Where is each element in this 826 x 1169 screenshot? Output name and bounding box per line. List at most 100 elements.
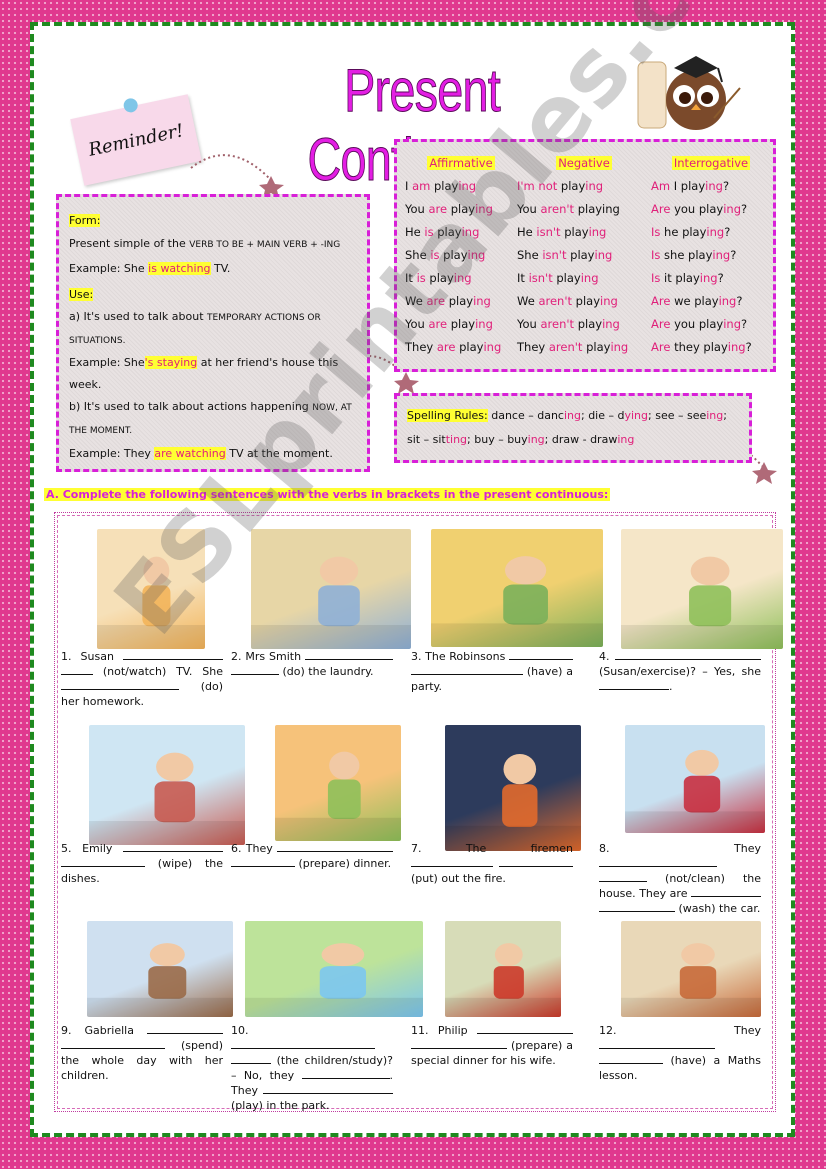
conjugation-highlight: Is bbox=[651, 271, 661, 285]
answer-blank[interactable] bbox=[599, 856, 717, 867]
conjugation-highlight: is bbox=[430, 248, 440, 262]
exercise-text: Mrs Smith bbox=[245, 650, 302, 663]
answer-blank[interactable] bbox=[277, 841, 393, 852]
conjugation-highlight: aren't bbox=[540, 202, 575, 216]
answer-blank[interactable] bbox=[231, 1053, 271, 1064]
conjugation-highlight: aren't bbox=[548, 340, 583, 354]
conjugation-text: play bbox=[572, 294, 601, 308]
answer-blank[interactable] bbox=[231, 856, 295, 867]
answer-blank[interactable] bbox=[615, 649, 761, 660]
answer-blank[interactable] bbox=[499, 856, 573, 867]
answer-blank[interactable] bbox=[599, 901, 675, 912]
exercise-number: 4. bbox=[599, 650, 610, 663]
answer-blank[interactable] bbox=[599, 1053, 663, 1064]
conjugation-highlight: are bbox=[428, 317, 448, 331]
answer-blank[interactable] bbox=[123, 649, 223, 660]
use-label: Use: bbox=[69, 288, 94, 301]
header-negative: Negative bbox=[556, 156, 612, 170]
exercise-text: (prepare) bbox=[510, 1039, 563, 1052]
conjugation-highlight: aren't bbox=[538, 294, 572, 308]
conjugation-text: We bbox=[405, 294, 427, 308]
conjugation-highlight: ing bbox=[588, 225, 607, 239]
form-example-highlight: is watching bbox=[148, 262, 211, 275]
conjugation-highlight: Are bbox=[651, 294, 671, 308]
answer-blank[interactable] bbox=[61, 664, 93, 675]
answer-blank[interactable] bbox=[123, 841, 224, 852]
answer-blank[interactable] bbox=[411, 1038, 507, 1049]
conjugation-cell-interrogative: Is it playing? bbox=[651, 267, 771, 290]
use-a-example-highlight: 's staying bbox=[144, 356, 198, 369]
conjugation-highlight: Are bbox=[651, 317, 671, 331]
spelling-text: ; see – see bbox=[648, 409, 707, 422]
conjugation-highlight: ing bbox=[467, 248, 486, 262]
exercise-number: 3. bbox=[411, 650, 422, 663]
conjugation-text: ? bbox=[736, 294, 743, 308]
use-a-text: a) It's used to talk about bbox=[69, 310, 208, 323]
answer-blank[interactable] bbox=[147, 1023, 224, 1034]
exercise-text: Philip bbox=[437, 1024, 468, 1037]
exercise-item: 12. They (have) a Maths lesson. bbox=[599, 1023, 761, 1083]
conjugation-text: It bbox=[517, 271, 529, 285]
exercise-text: (have) a bbox=[526, 665, 573, 678]
answer-blank[interactable] bbox=[231, 664, 279, 675]
exercise-text: They bbox=[245, 842, 273, 855]
conjugation-text: play bbox=[445, 294, 474, 308]
answer-blank[interactable] bbox=[61, 856, 145, 867]
answer-blank[interactable] bbox=[599, 871, 647, 882]
conjugation-text: play bbox=[433, 225, 462, 239]
answer-blank[interactable] bbox=[263, 1083, 393, 1094]
form-use-box: Form: Present simple of the VERB TO BE +… bbox=[56, 194, 370, 472]
conjugation-grid: Affirmative Negative Interrogative I am … bbox=[405, 152, 765, 359]
conjugation-cell-negative: You aren't playing bbox=[517, 198, 651, 221]
conjugation-table: Affirmative Negative Interrogative I am … bbox=[394, 139, 776, 372]
exercise-text: her homework. bbox=[61, 695, 145, 708]
conjugation-text: She bbox=[517, 248, 543, 262]
answer-blank[interactable] bbox=[305, 649, 393, 660]
answer-blank[interactable] bbox=[477, 1023, 574, 1034]
answer-blank[interactable] bbox=[61, 1038, 165, 1049]
conjugation-highlight: is bbox=[416, 271, 426, 285]
exercise-text: (not/clean) the bbox=[665, 872, 761, 885]
conjugation-text: play bbox=[574, 317, 603, 331]
reminder-note: Reminder! bbox=[70, 94, 202, 186]
answer-blank[interactable] bbox=[691, 886, 762, 897]
conjugation-highlight: am bbox=[412, 179, 431, 193]
conjugation-text: play bbox=[560, 225, 589, 239]
conjugation-cell-interrogative: Is she playing? bbox=[651, 244, 771, 267]
conjugation-text: you play bbox=[670, 317, 724, 331]
exercise-item: 7. The firemen (put) out the fire. bbox=[411, 841, 573, 886]
exercise-item: 10. (the children/study)? – No, they . T… bbox=[231, 1023, 393, 1113]
answer-blank[interactable] bbox=[231, 1038, 375, 1049]
exercise-number: 7. bbox=[411, 842, 422, 855]
use-b-example-suffix: TV at the moment. bbox=[225, 447, 333, 460]
answer-blank[interactable] bbox=[411, 856, 493, 867]
exercise-number: 1. bbox=[61, 650, 72, 663]
answer-blank[interactable] bbox=[509, 649, 574, 660]
form-example: Example: She bbox=[69, 262, 149, 275]
answer-blank[interactable] bbox=[61, 679, 179, 690]
conjugation-cell-negative: He isn't playing bbox=[517, 221, 651, 244]
answer-blank[interactable] bbox=[599, 1038, 715, 1049]
conjugation-cell-affirmative: They are playing bbox=[405, 336, 517, 359]
answer-blank[interactable] bbox=[301, 1068, 390, 1079]
conjugation-text: You bbox=[405, 202, 429, 216]
conjugation-text: He bbox=[517, 225, 537, 239]
conjugation-cell-interrogative: Are we playing? bbox=[651, 290, 771, 313]
exercise-item: 3. The Robinsons (have) a party. bbox=[411, 649, 574, 694]
exercise-text: (the children/study)? bbox=[276, 1054, 393, 1067]
exercise-number: 10. bbox=[231, 1024, 249, 1037]
conjugation-text: I bbox=[405, 179, 413, 193]
conjugation-text: They bbox=[405, 340, 437, 354]
answer-blank[interactable] bbox=[599, 679, 669, 690]
exercise-text: (play) in the park. bbox=[231, 1099, 330, 1112]
exercise-text: They bbox=[734, 1024, 761, 1037]
conjugation-highlight: aren't bbox=[540, 317, 575, 331]
conjugation-cell-affirmative: She is playing bbox=[405, 244, 517, 267]
conjugation-text: He bbox=[405, 225, 425, 239]
classroom-illustration bbox=[621, 921, 761, 1017]
answer-blank[interactable] bbox=[411, 664, 523, 675]
conjugation-cell-affirmative: You are playing bbox=[405, 313, 517, 336]
exercise-instruction: A. Complete the following sentences with… bbox=[44, 488, 611, 501]
exercise-item: 11. Philip (prepare) a special dinner fo… bbox=[411, 1023, 574, 1068]
girl-exercising-illustration bbox=[621, 529, 783, 649]
